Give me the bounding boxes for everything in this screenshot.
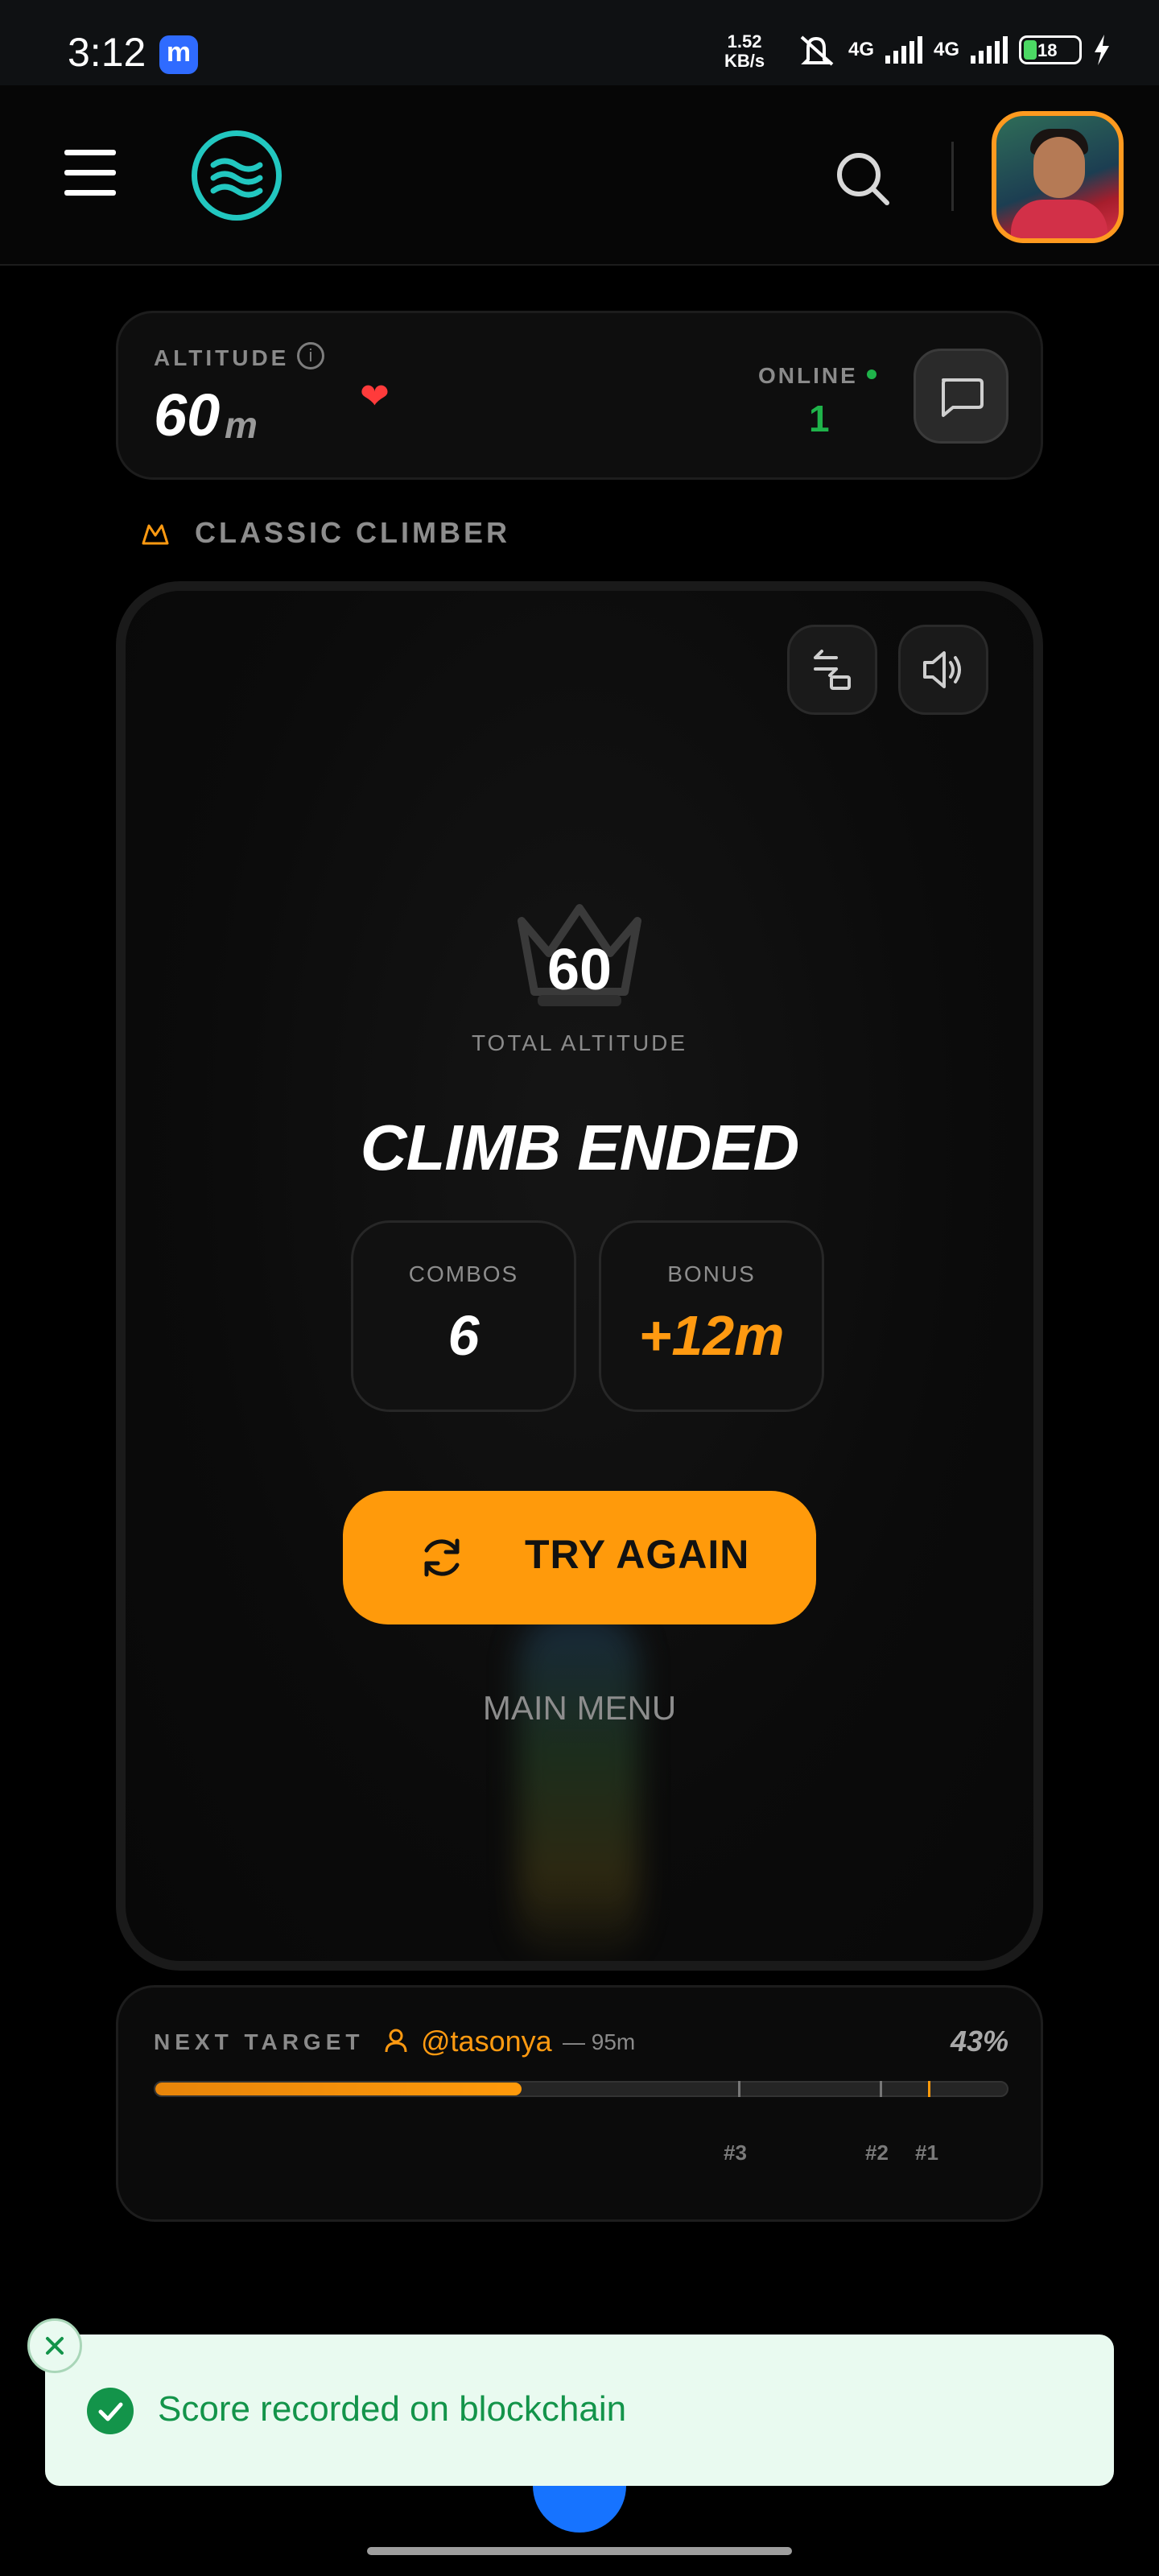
- game-mode: CLASSIC CLIMBER: [142, 510, 510, 555]
- swap-screen-icon: [814, 650, 851, 690]
- toast-close-button[interactable]: [27, 2318, 82, 2373]
- close-icon: [46, 2337, 64, 2355]
- heart-icon: ❤: [360, 377, 390, 416]
- mute-icon: [800, 35, 834, 66]
- refresh-icon: [424, 1538, 460, 1577]
- rank-3-marker: [738, 2081, 740, 2097]
- network-speed: 1.52 KB/s: [724, 32, 765, 71]
- rank-2-label: #2: [865, 2140, 889, 2165]
- signal-icon-2: [971, 36, 1008, 64]
- status-indicators: 4G 4G 18: [795, 32, 1111, 68]
- waves-logo-icon[interactable]: [192, 130, 282, 221]
- sound-button[interactable]: [898, 625, 988, 715]
- network-type-1: 4G: [848, 39, 874, 60]
- next-target-panel: NEXT TARGET @tasonya — 95m 43% #3 #2 #1: [116, 1985, 1043, 2222]
- search-icon[interactable]: [834, 150, 892, 208]
- background-glow: [518, 1613, 639, 1961]
- rank-2-marker: [880, 2081, 882, 2097]
- game-panel: 60 TOTAL ALTITUDE CLIMB ENDED COMBOS 6 B…: [116, 581, 1043, 1971]
- chat-button[interactable]: [914, 349, 1008, 444]
- user-avatar[interactable]: [992, 111, 1124, 243]
- score-value: 60: [547, 938, 612, 1002]
- stat-combos-label: COMBOS: [408, 1261, 519, 1286]
- target-percent: 43%: [950, 2025, 1008, 2058]
- online-label: ONLINE: [758, 363, 858, 388]
- stat-combos-value: 6: [448, 1304, 480, 1367]
- check-circle-icon: [87, 2388, 134, 2434]
- rank-1-label: #1: [915, 2140, 938, 2165]
- app-notification-icon: [159, 35, 198, 74]
- game-mode-label: CLASSIC CLIMBER: [195, 516, 510, 549]
- mountain-icon: [142, 524, 169, 545]
- screen-mode-button[interactable]: [787, 625, 877, 715]
- stat-bonus-value: +12m: [638, 1304, 785, 1367]
- network-type-2: 4G: [933, 39, 959, 60]
- stat-combos: COMBOS 6: [351, 1220, 576, 1412]
- speaker-icon: [923, 651, 961, 688]
- altitude-unit: m: [225, 404, 258, 446]
- signal-icon-1: [885, 36, 922, 64]
- altitude-label: ALTITUDE: [154, 345, 290, 370]
- network-speed-value: 1.52: [727, 31, 762, 52]
- altitude-value: 60: [154, 382, 221, 448]
- score-label: TOTAL ALTITUDE: [471, 1030, 688, 1055]
- online-count: 1: [809, 398, 830, 440]
- next-target-label: NEXT TARGET: [154, 2029, 365, 2054]
- hamburger-icon[interactable]: [64, 150, 116, 196]
- battery-icon: 18: [1019, 35, 1082, 64]
- header-divider: [951, 142, 954, 211]
- main-menu-button[interactable]: MAIN MENU: [126, 1689, 1033, 1728]
- battery-level: 18: [1037, 40, 1058, 60]
- toast-notification: Score recorded on blockchain: [45, 2334, 1114, 2486]
- network-speed-unit: KB/s: [724, 51, 765, 71]
- target-distance: — 95m: [563, 2029, 636, 2054]
- stat-bonus: BONUS +12m: [599, 1220, 824, 1412]
- target-progress-fill: [155, 2083, 522, 2095]
- try-again-label: TRY AGAIN: [525, 1532, 750, 1577]
- app-header: [0, 85, 1159, 266]
- rank-3-label: #3: [724, 2140, 747, 2165]
- result-title: CLIMB ENDED: [360, 1112, 800, 1183]
- current-position-marker: [928, 2081, 930, 2097]
- status-time: 3:12: [68, 30, 146, 75]
- chat-icon: [942, 378, 984, 417]
- target-username[interactable]: @tasonya: [421, 2025, 552, 2058]
- try-again-button[interactable]: TRY AGAIN: [343, 1491, 816, 1624]
- user-icon: [385, 2029, 407, 2053]
- toast-message: Score recorded on blockchain: [158, 2389, 627, 2429]
- info-icon[interactable]: i: [297, 342, 324, 369]
- status-bar: 3:12 1.52 KB/s 4G 4G 18: [0, 0, 1159, 85]
- waves-icon: [210, 158, 263, 198]
- altitude-panel: ALTITUDE i 60 m ❤ ONLINE 1: [116, 311, 1043, 480]
- home-indicator[interactable]: [367, 2547, 792, 2555]
- online-status-dot: [867, 369, 876, 379]
- charging-icon: [1095, 35, 1109, 65]
- stat-bonus-label: BONUS: [667, 1261, 756, 1286]
